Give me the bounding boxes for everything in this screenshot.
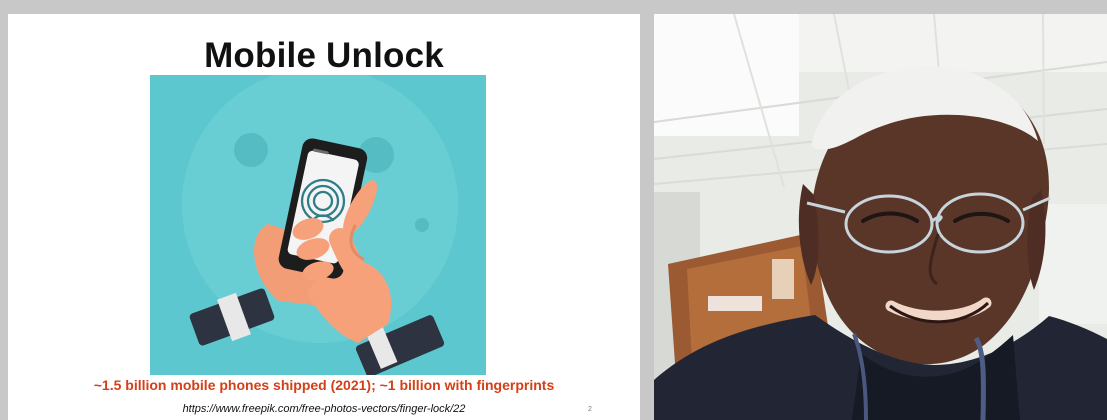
slide-number: 2: [588, 406, 592, 413]
participant-video: [654, 14, 1107, 420]
slide-title: Mobile Unlock: [204, 36, 444, 75]
fingerprint-unlock-illustration: [150, 67, 486, 377]
screen: Mobile Unlock ~1.5 billion mobile phones…: [0, 0, 1107, 420]
source-url: https://www.freepik.com/free-photos-vect…: [182, 403, 466, 415]
presentation-slide: Mobile Unlock ~1.5 billion mobile phones…: [8, 14, 640, 420]
slide-caption: ~1.5 billion mobile phones shipped (2021…: [93, 377, 555, 393]
